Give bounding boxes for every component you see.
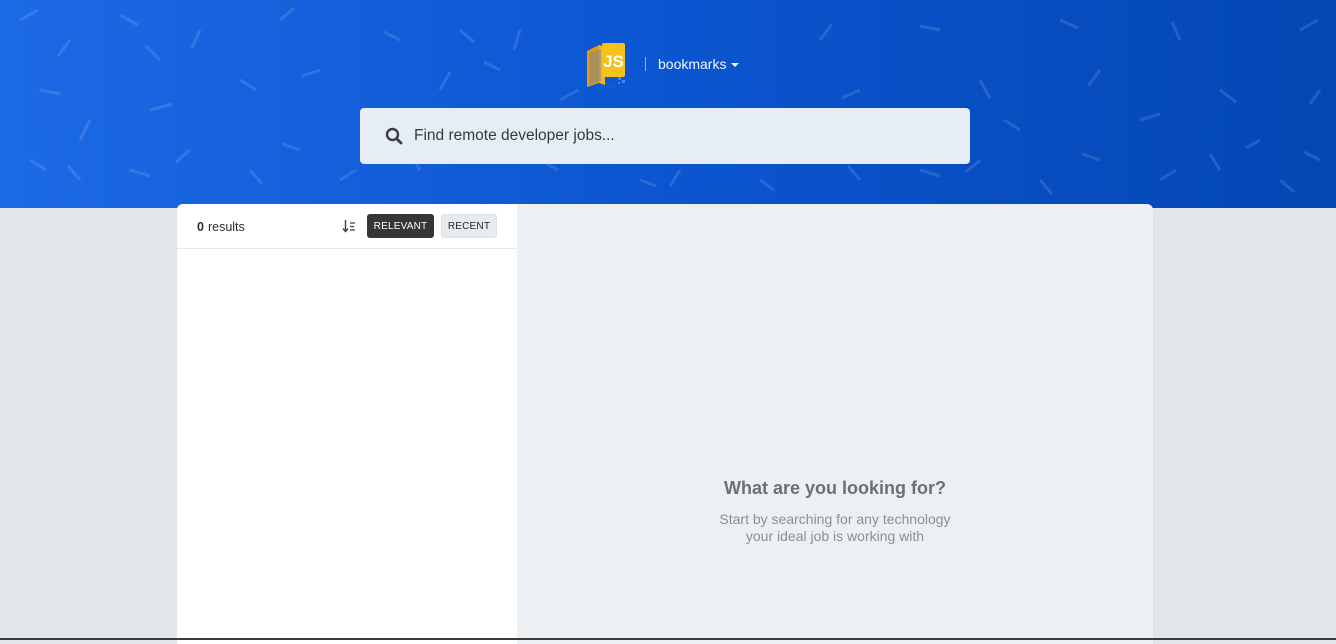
job-list-panel: 0 results RELEVANT RECENT: [177, 204, 517, 644]
empty-state-line-1: Start by searching for any technology: [719, 511, 951, 527]
search-icon: [385, 127, 403, 145]
sort-recent-button[interactable]: RECENT: [441, 214, 497, 238]
svg-text:JS: JS: [603, 52, 624, 71]
results-count: 0: [197, 220, 204, 234]
bookmarks-label: bookmarks: [658, 56, 727, 72]
empty-state-line-2: your ideal job is working with: [745, 528, 925, 544]
header-divider: [645, 57, 646, 71]
sort-descending-icon[interactable]: [342, 219, 356, 233]
empty-state-title: What are you looking for?: [723, 478, 946, 498]
hero-banner: JS bookmarks: [0, 0, 1336, 208]
search-bar: [360, 108, 970, 164]
top-header: JS bookmarks: [585, 38, 740, 90]
bookmarks-dropdown[interactable]: bookmarks: [658, 56, 740, 72]
search-input[interactable]: [414, 108, 954, 164]
empty-state-subtitle: Start by searching for any technology yo…: [517, 511, 1153, 545]
sort-relevant-button[interactable]: RELEVANT: [367, 214, 434, 238]
results-summary: 0 results: [197, 220, 245, 234]
list-header: 0 results RELEVANT RECENT: [177, 204, 517, 249]
background-pattern: [19, 6, 1322, 195]
empty-state: What are you looking for? Start by searc…: [517, 478, 1153, 545]
results-card: 0 results RELEVANT RECENT What are you lo…: [177, 204, 1153, 644]
chevron-down-icon: [731, 63, 740, 67]
results-label: results: [207, 220, 245, 234]
logo-icon[interactable]: JS: [585, 39, 627, 89]
